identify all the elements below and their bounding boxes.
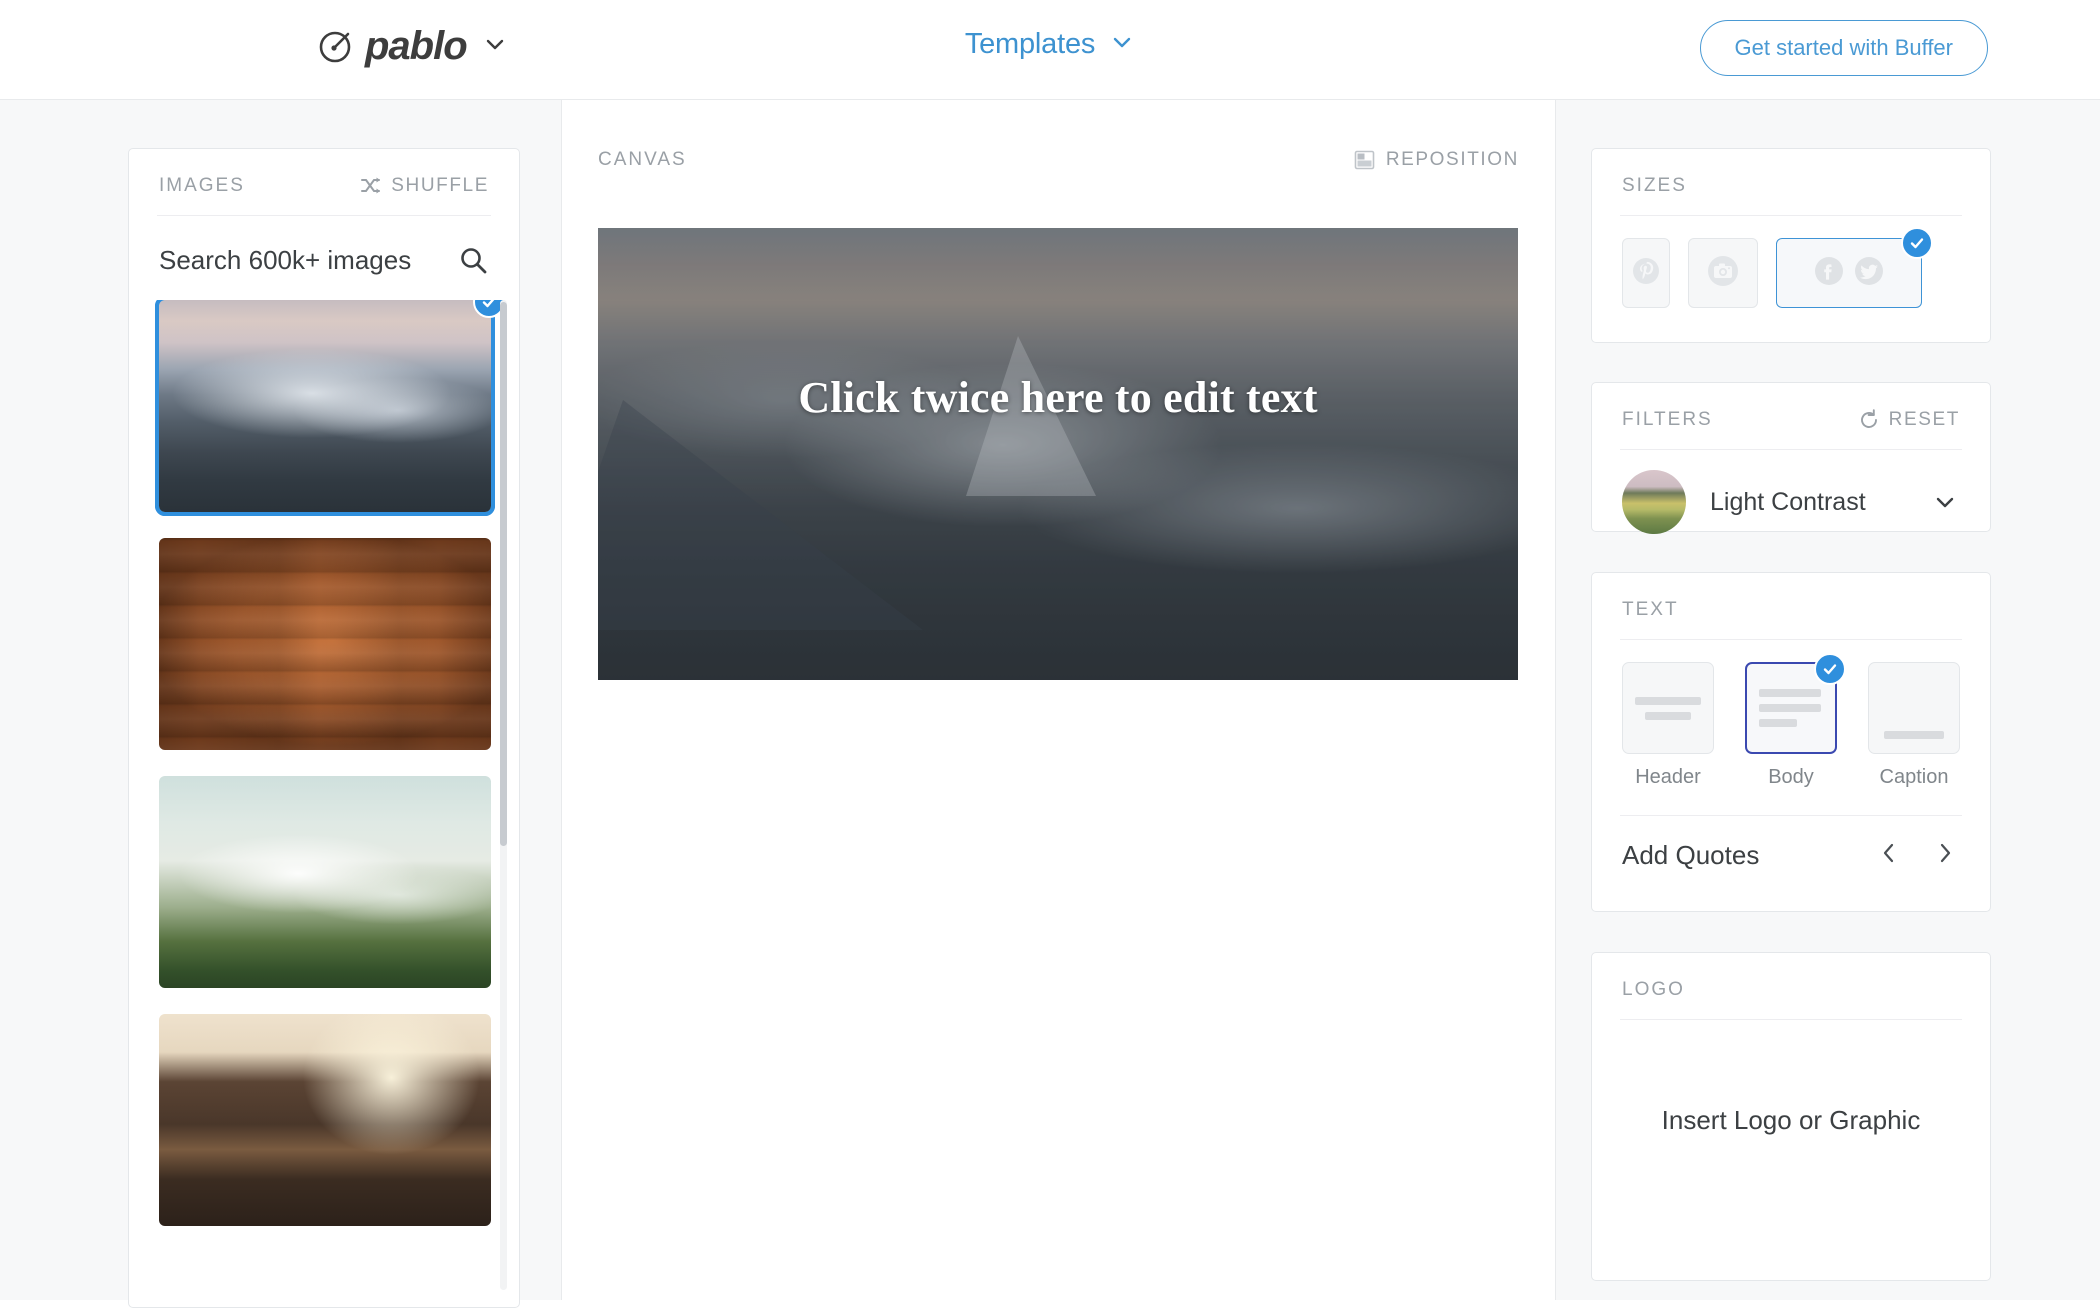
filters-panel: FILTERS RESET Light Contrast — [1591, 382, 1991, 534]
reset-circular-arrow-icon — [1858, 409, 1880, 431]
insert-logo-button[interactable]: Insert Logo or Graphic — [1662, 1105, 1921, 1136]
reset-filters-button[interactable]: RESET — [1858, 409, 1960, 431]
templates-label: Templates — [964, 28, 1096, 60]
reposition-button[interactable]: REPOSITION — [1353, 148, 1519, 172]
logo-panel-header: LOGO — [1592, 953, 1990, 1019]
filters-panel-header: FILTERS RESET — [1592, 383, 1990, 449]
logo-panel: LOGO Insert Logo or Graphic — [1591, 952, 1991, 1281]
list-item[interactable] — [155, 300, 505, 516]
right-sidebar: SIZES FILTERS RESET Light Contrast TEXT … — [1555, 100, 2100, 1300]
pinterest-icon — [1631, 256, 1661, 291]
canvas-panel-title: CANVAS — [598, 149, 687, 170]
thumbnail-misty-green-mountain[interactable] — [159, 776, 491, 988]
text-option-body[interactable]: Body — [1745, 653, 1846, 789]
filter-preview-thumbnail — [1622, 470, 1686, 534]
images-panel: IMAGES SHUFFLE — [128, 148, 520, 1308]
list-item[interactable] — [159, 538, 491, 750]
thumbnail-scrollbar-thumb[interactable] — [500, 302, 507, 846]
add-quotes-label[interactable]: Add Quotes — [1622, 840, 1759, 871]
check-icon — [1901, 227, 1933, 259]
thumbnail-sunlit-living-room[interactable] — [159, 1014, 491, 1226]
chevron-left-icon[interactable] — [1874, 838, 1904, 873]
text-line — [1884, 731, 1944, 739]
reposition-label: REPOSITION — [1385, 149, 1519, 170]
check-icon — [1814, 653, 1846, 685]
sizes-panel: SIZES — [1591, 148, 1991, 343]
text-tile-caption[interactable] — [1868, 662, 1960, 754]
text-tile-body[interactable] — [1745, 653, 1846, 754]
canvas-column: CANVAS REPOSITION Click twice here to ed… — [563, 100, 1554, 1300]
chevron-down-icon[interactable] — [1109, 29, 1135, 60]
thumbnail-snowy-mountain-sunset[interactable] — [155, 300, 495, 516]
left-column: IMAGES SHUFFLE — [0, 100, 562, 1308]
text-line — [1759, 719, 1797, 727]
search-input[interactable] — [159, 244, 439, 276]
selected-filter-label: Light Contrast — [1710, 487, 1866, 516]
text-line — [1645, 711, 1691, 720]
canvas-overlay-shade — [598, 228, 1518, 680]
logo-drop-area[interactable]: Insert Logo or Graphic — [1592, 1020, 1990, 1220]
reset-label: RESET — [1888, 409, 1960, 430]
quotes-navigation — [1874, 838, 1960, 873]
size-options — [1592, 216, 1990, 308]
filter-selector[interactable]: Light Contrast — [1592, 450, 1990, 534]
text-panel: TEXT Header Body Caption Add Quotes — [1591, 572, 1991, 912]
text-option-caption[interactable]: Caption — [1868, 662, 1960, 789]
text-option-label: Header — [1635, 766, 1701, 788]
chevron-right-icon[interactable] — [1930, 838, 1960, 873]
sizes-panel-title: SIZES — [1622, 175, 1687, 196]
thumbnail-wood-planks[interactable] — [159, 538, 491, 750]
text-option-label: Body — [1768, 766, 1814, 788]
images-panel-title: IMAGES — [159, 175, 245, 196]
twitter-icon — [1852, 254, 1886, 293]
canvas-editable-text[interactable]: Click twice here to edit text — [598, 372, 1518, 423]
text-line — [1635, 696, 1701, 705]
images-panel-header: IMAGES SHUFFLE — [129, 149, 519, 215]
list-item[interactable] — [159, 776, 491, 988]
image-thumbnail-list[interactable] — [129, 300, 519, 1290]
text-line — [1759, 689, 1821, 697]
text-panel-title: TEXT — [1622, 599, 1679, 620]
size-option-pinterest[interactable] — [1622, 238, 1670, 308]
chevron-down-icon[interactable] — [1930, 487, 1960, 517]
instagram-camera-icon — [1706, 254, 1740, 293]
text-option-header[interactable]: Header — [1622, 662, 1714, 789]
filters-panel-title: FILTERS — [1622, 409, 1713, 430]
shuffle-button[interactable]: SHUFFLE — [360, 175, 489, 197]
top-bar: pablo Templates Get started with Buffer — [0, 0, 2100, 100]
workspace: IMAGES SHUFFLE Search 600k+ images CANVA… — [0, 100, 2100, 1308]
text-tile-header[interactable] — [1622, 662, 1714, 754]
search-icon[interactable] — [457, 244, 489, 276]
canvas-stage[interactable]: Click twice here to edit text — [598, 228, 1518, 680]
canvas-panel-header: CANVAS REPOSITION — [598, 148, 1519, 172]
add-quotes-row: Add Quotes — [1592, 816, 1990, 873]
logo-panel-title: LOGO — [1622, 979, 1685, 1000]
text-option-label: Caption — [1879, 766, 1949, 788]
get-started-button[interactable]: Get started with Buffer — [1699, 20, 1988, 76]
reposition-icon — [1353, 148, 1377, 172]
sizes-panel-header: SIZES — [1592, 149, 1990, 215]
size-option-facebook-twitter[interactable] — [1776, 227, 1933, 308]
shuffle-icon — [360, 175, 382, 197]
size-option-instagram[interactable] — [1688, 238, 1758, 308]
shuffle-label: SHUFFLE — [391, 175, 489, 196]
facebook-icon — [1812, 254, 1846, 293]
list-item[interactable] — [159, 1014, 491, 1226]
text-panel-header: TEXT — [1592, 573, 1990, 639]
text-style-options: Header Body Caption — [1592, 640, 1990, 789]
text-line — [1759, 704, 1821, 712]
image-search-row — [129, 216, 519, 300]
